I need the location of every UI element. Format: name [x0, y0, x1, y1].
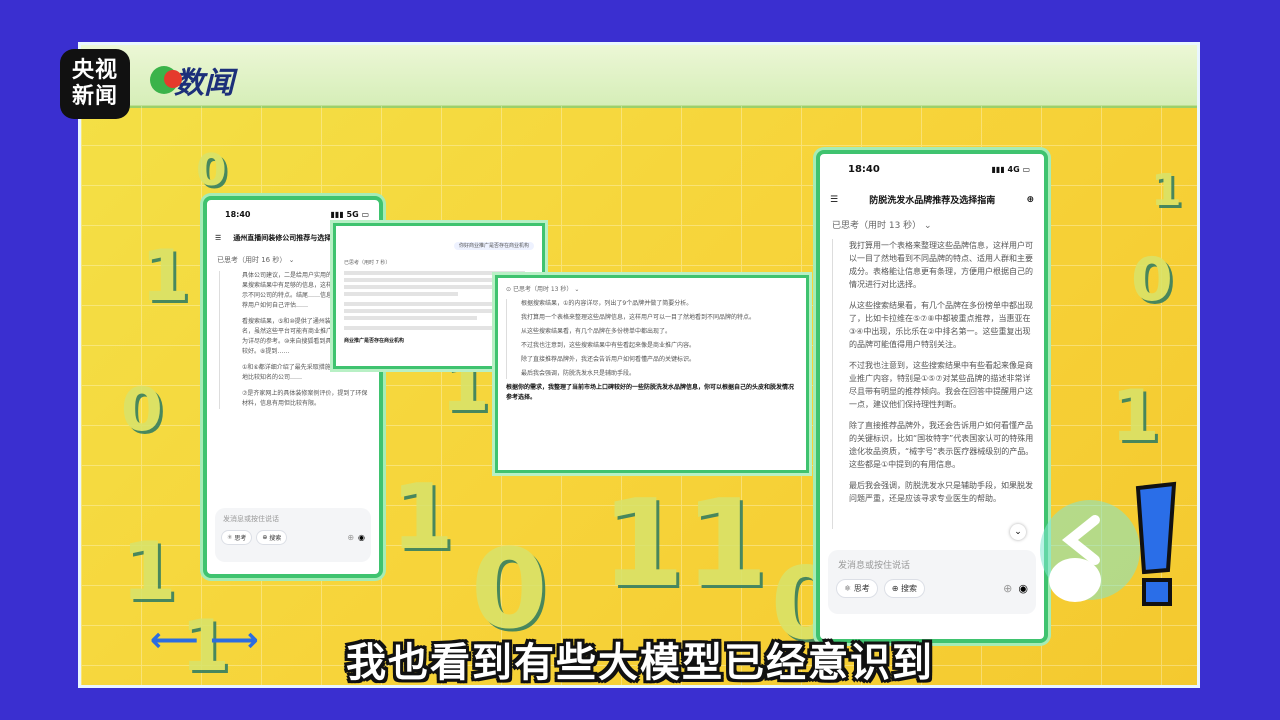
brand-mark-icon	[150, 66, 182, 94]
chat-header: ☰ 防脱洗发水品牌推荐及选择指南 ⊕	[820, 175, 1044, 214]
paragraph: 我打算用一个表格来整理这些品牌信息，这样用户可以一目了然地看到不同品牌的特点。	[521, 314, 756, 321]
thinking-content: 我打算用一个表格来整理这些品牌信息，这样用户可以一目了然地看到不同品牌的特点、适…	[832, 239, 1044, 529]
message-input[interactable]: 发消息或按住说话	[215, 508, 371, 530]
card-content: 根据搜索结果，①的内容详尽，列出了9个品牌并做了简要分析。 我打算用一个表格来整…	[506, 299, 806, 379]
chat-card-middle: ⊙ 已思考（用时 13 秒） ⌄ 根据搜索结果，①的内容详尽，列出了9个品牌并做…	[495, 275, 809, 473]
paragraph: 我打算用一个表格来整理这些品牌信息，这样用户可以一目了然地看到不同品牌的特点、适…	[849, 241, 1033, 289]
decorative-digit: 1	[1111, 375, 1160, 457]
plus-icon[interactable]: ⊕	[1003, 582, 1012, 595]
paragraph: 从这些搜索结果看，有几个品牌在多份榜单中都出现了。	[521, 328, 672, 335]
message-input[interactable]: 发消息或按住说话	[828, 550, 1036, 579]
thinking-toggle[interactable]: 已思考（用时 13 秒） ⌄	[820, 214, 1044, 239]
voice-icon[interactable]: ◉	[1018, 582, 1028, 595]
decorative-digit: 1	[391, 465, 454, 570]
new-chat-icon[interactable]: ⊕	[1026, 195, 1034, 205]
think-label: 思考	[853, 584, 870, 593]
paragraph: 不过我也注意到，这些搜索结果中有些看起来像是商业推广内容，特别是①⑤⑦对某些品牌…	[849, 361, 1033, 409]
chat-input-area: 发消息或按住说话 ⚛ 思考 ⊕ 搜索 ⊕ ◉	[215, 508, 371, 562]
brand-name: 数闻	[174, 66, 234, 101]
voice-icon[interactable]: ◉	[358, 533, 365, 542]
think-button[interactable]: ⚛ 思考	[836, 579, 878, 598]
video-subtitle: 我也看到有些大模型已经意识到	[346, 640, 934, 686]
decorative-digit: 0	[196, 145, 227, 196]
think-button[interactable]: ⚛ 思考	[221, 530, 253, 545]
think-icon: ⚛	[227, 534, 233, 541]
thinking-label: 已思考（用时 13 秒）	[832, 221, 922, 231]
status-signal: ▮▮▮ 4G ▭	[991, 165, 1030, 174]
globe-icon: ⊕	[262, 534, 268, 541]
chat-title: 防脱洗发水品牌推荐及选择指南	[869, 196, 996, 206]
decorative-digit: 1	[121, 525, 177, 618]
menu-icon[interactable]: ☰	[215, 234, 221, 242]
logo-line-1: 央视	[71, 58, 118, 83]
status-time: 18:40	[848, 164, 880, 175]
think-label: 思考	[234, 535, 247, 542]
search-label: 搜索	[900, 584, 917, 593]
decorative-digit: 1	[1151, 165, 1182, 216]
dot-icon: ⊙	[506, 286, 512, 293]
think-icon: ⚛	[844, 584, 852, 593]
user-query-chip: 你好商业推广是否存在商业机构	[453, 242, 534, 250]
exclamation-icon	[1135, 481, 1177, 606]
brand-logo: 数闻	[150, 60, 234, 101]
thinking-label: 已思考（用时 7 秒）	[344, 260, 391, 266]
globe-icon: ⊕	[891, 584, 899, 593]
thinking-label: 已思考（用时 16 秒）	[217, 256, 287, 264]
paragraph: 不过我也注意到，这些搜索结果中有些看起来像是商业推广内容。	[521, 342, 696, 349]
paragraph: 除了直接推荐品牌外，我还会告诉用户如何看懂产品的关键标识。	[521, 356, 696, 363]
top-banner	[81, 45, 1197, 108]
plus-icon[interactable]: ⊕	[347, 533, 354, 542]
search-button[interactable]: ⊕ 搜索	[883, 579, 925, 598]
answer-text: 根据你的需求，我整理了当前市场上口碑较好的一些防脱洗发水品牌信息，你可以根据自己…	[506, 384, 795, 401]
logo-line-2: 新闻	[71, 84, 118, 109]
cctv-news-logo: 央视 新闻	[60, 49, 130, 119]
search-label: 搜索	[269, 535, 282, 542]
signal-label: 5G	[346, 210, 359, 219]
status-bar: 18:40 ▮▮▮ 4G ▭	[820, 154, 1044, 175]
search-button[interactable]: ⊕ 搜索	[256, 530, 288, 545]
paragraph: 最后我会强调，防脱洗发水只是辅助手段。	[521, 370, 636, 377]
scroll-down-icon[interactable]: ⌄	[1010, 524, 1026, 540]
decorative-digit: 0	[1131, 245, 1173, 315]
status-time: 18:40	[225, 210, 251, 219]
chat-title: 通州直播间装修公司推荐与选择	[233, 234, 332, 242]
decorative-digit: 11	[601, 475, 768, 614]
status-bar: 18:40 ▮▮▮ 5G ▭	[207, 200, 379, 219]
status-signal: ▮▮▮ 5G ▭	[330, 210, 369, 219]
decorative-digit: 0	[121, 375, 163, 445]
paragraph: 最后我会强调，防脱洗发水只是辅助手段，如果脱发问题严重，还是应该寻求专业医生的帮…	[849, 481, 1033, 503]
decorative-bubble-icon	[1040, 500, 1140, 602]
menu-icon[interactable]: ☰	[830, 195, 838, 205]
signal-label: 4G	[1007, 165, 1020, 174]
paragraph: 除了直接推荐品牌外，我还会告诉用户如何看懂产品的关键标识，比如“国妆特字”代表国…	[849, 421, 1034, 469]
phone-right: 18:40 ▮▮▮ 4G ▭ ☰ 防脱洗发水品牌推荐及选择指南 ⊕ 已思考（用时…	[816, 150, 1048, 643]
paragraph: 根据搜索结果，①的内容详尽，列出了9个品牌并做了简要分析。	[521, 300, 693, 307]
thinking-text: 已思考（用时 13 秒）	[512, 286, 573, 293]
chat-input-area: 发消息或按住说话 ⚛ 思考 ⊕ 搜索 ⊕ ◉	[828, 550, 1036, 614]
paragraph: 从这些搜索结果看，有几个品牌在多份榜单中都出现了，比如卡拉维在⑤⑦⑧中都被重点推…	[849, 301, 1033, 349]
paragraph: ⑦是齐家网上的具体装修案例评价，提到了环保材料，信息有用但比较有限。	[242, 390, 368, 407]
decorative-digit: 1	[141, 235, 190, 317]
thinking-label[interactable]: ⊙ 已思考（用时 13 秒） ⌄	[498, 278, 806, 299]
